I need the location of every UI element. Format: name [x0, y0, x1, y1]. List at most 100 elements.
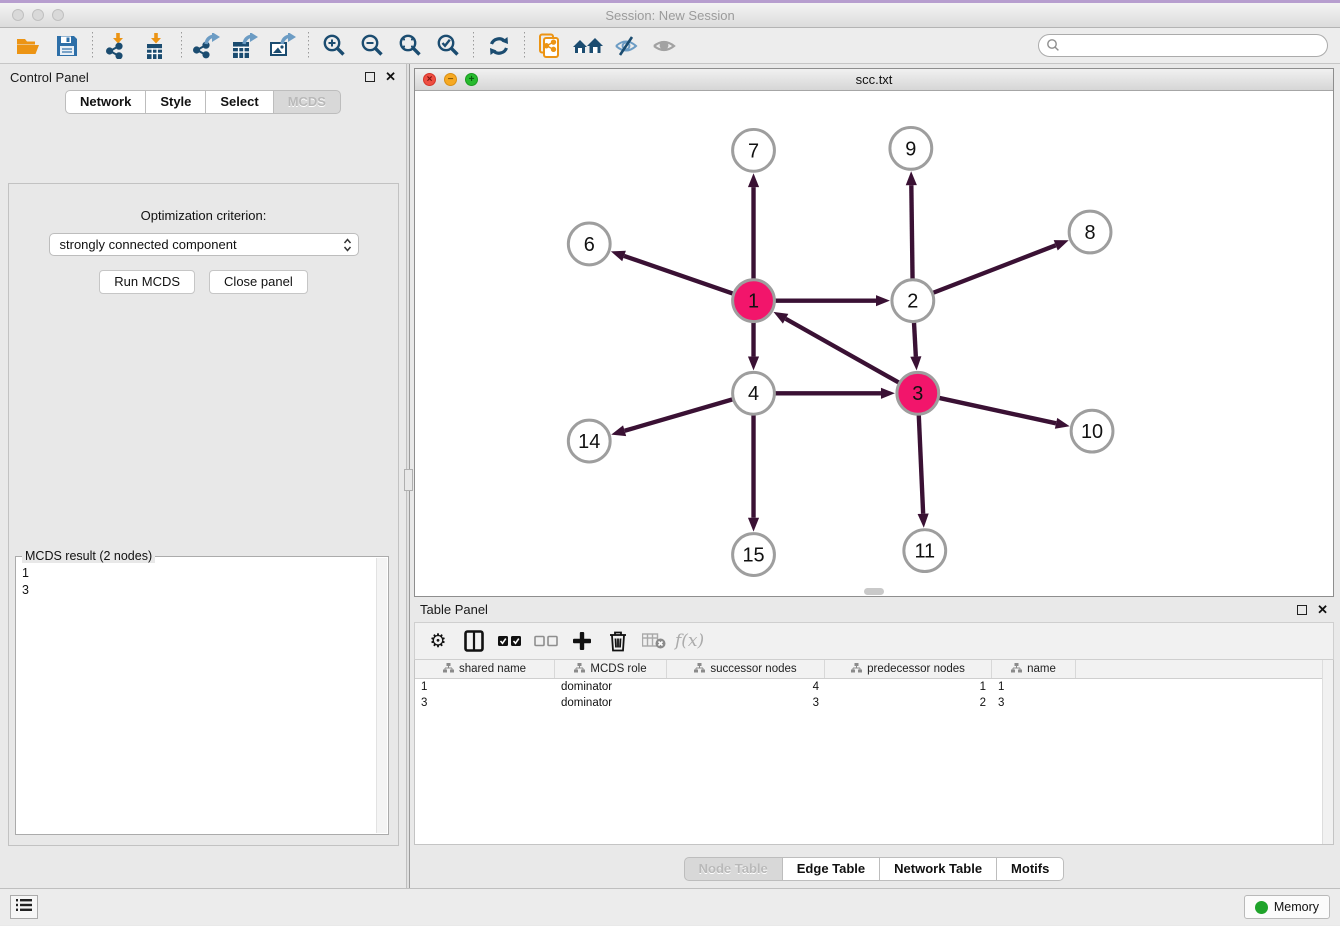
node-label: 10: [1081, 421, 1103, 443]
column-header-predecessor-nodes[interactable]: predecessor nodes: [825, 660, 992, 678]
table-cell: dominator: [555, 697, 667, 709]
memory-button[interactable]: Memory: [1244, 895, 1330, 919]
edge-1-6[interactable]: [624, 256, 733, 294]
graph-node-10[interactable]: 10: [1071, 410, 1113, 452]
export-network-button[interactable]: [188, 31, 226, 61]
tab-select[interactable]: Select: [206, 90, 273, 114]
column-visibility-button[interactable]: [461, 627, 487, 655]
search-input[interactable]: [1038, 34, 1328, 57]
table-cell: 3: [415, 697, 555, 709]
network-zoom-button[interactable]: +: [465, 73, 478, 86]
graph-node-1[interactable]: 1: [733, 280, 775, 322]
edge-2-8[interactable]: [933, 245, 1055, 292]
select-all-rows-button[interactable]: [497, 627, 523, 655]
show-panels-button[interactable]: [10, 895, 38, 919]
toolbar-separator: [308, 32, 309, 60]
edge-arrowhead: [918, 514, 929, 528]
edge-arrowhead: [1054, 240, 1069, 250]
tab-style[interactable]: Style: [146, 90, 206, 114]
export-table-button[interactable]: [226, 31, 264, 61]
edge-2-3[interactable]: [914, 323, 916, 357]
edge-2-9[interactable]: [911, 185, 912, 279]
hide-selected-button[interactable]: [607, 31, 645, 61]
close-table-panel-icon[interactable]: ✕: [1317, 605, 1328, 615]
first-neighbors-button[interactable]: [569, 31, 607, 61]
search-container: [1038, 34, 1328, 57]
chevron-up-down-icon: [343, 238, 352, 252]
tab-mcds[interactable]: MCDS: [274, 90, 341, 114]
table-tab-node-table[interactable]: Node Table: [684, 857, 783, 881]
float-table-panel-icon[interactable]: [1297, 605, 1307, 615]
delete-column-button[interactable]: [605, 627, 631, 655]
graph-node-4[interactable]: 4: [733, 372, 775, 414]
mcds-result-scrollbar[interactable]: [376, 558, 387, 833]
graph-node-6[interactable]: 6: [568, 223, 610, 265]
add-column-button[interactable]: [569, 627, 595, 655]
table-tab-motifs[interactable]: Motifs: [997, 857, 1064, 881]
edge-3-1[interactable]: [786, 319, 899, 383]
mcds-result-box: MCDS result (2 nodes) 13: [15, 556, 389, 835]
table-tab-edge-table[interactable]: Edge Table: [783, 857, 880, 881]
export-image-button[interactable]: [264, 31, 302, 61]
graph-node-8[interactable]: 8: [1069, 211, 1111, 253]
close-panel-icon[interactable]: ✕: [385, 72, 396, 82]
graph-node-9[interactable]: 9: [890, 127, 932, 169]
network-hscrollbar[interactable]: [864, 588, 884, 595]
close-panel-button[interactable]: Close panel: [209, 270, 308, 294]
edge-arrowhead: [910, 356, 921, 370]
clone-network-button[interactable]: [531, 31, 569, 61]
mcds-result-legend: MCDS result (2 nodes): [22, 549, 155, 563]
splitter-handle[interactable]: [404, 469, 413, 491]
zoom-window-button[interactable]: [52, 9, 64, 21]
table-cell: 3: [667, 697, 825, 709]
close-window-button[interactable]: [12, 9, 24, 21]
table-scrollbar[interactable]: [1322, 660, 1333, 844]
column-header-shared-name[interactable]: shared name: [415, 660, 555, 678]
mcds-result-list: 13: [16, 557, 388, 603]
table-settings-gear-button[interactable]: ⚙: [425, 627, 451, 655]
edge-arrowhead: [1055, 418, 1070, 429]
node-label: 1: [748, 291, 759, 313]
network-close-button[interactable]: ×: [423, 73, 436, 86]
graph-node-14[interactable]: 14: [568, 420, 610, 462]
column-label: MCDS role: [590, 663, 646, 675]
column-header-successor-nodes[interactable]: successor nodes: [667, 660, 825, 678]
column-header-MCDS-role[interactable]: MCDS role: [555, 660, 667, 678]
zoom-out-button[interactable]: [353, 31, 391, 61]
table-toolbar: ⚙ f(x): [414, 622, 1334, 660]
zoom-fit-button[interactable]: [391, 31, 429, 61]
table-row[interactable]: 1dominator411: [415, 679, 1333, 695]
float-panel-icon[interactable]: [365, 72, 375, 82]
network-minimize-button[interactable]: −: [444, 73, 457, 86]
edge-3-11[interactable]: [919, 415, 923, 514]
optimization-criterion-select[interactable]: strongly connected component: [49, 233, 359, 256]
table-row[interactable]: 3dominator323: [415, 695, 1333, 711]
graph-node-15[interactable]: 15: [733, 534, 775, 576]
zoom-selected-button[interactable]: [429, 31, 467, 61]
graph-node-3[interactable]: 3: [897, 372, 939, 414]
network-window-title: scc.txt: [415, 69, 1333, 91]
open-file-button[interactable]: [10, 31, 48, 61]
sort-tree-icon: [574, 663, 585, 676]
edge-arrowhead: [748, 518, 759, 532]
import-network-button[interactable]: [99, 31, 137, 61]
import-table-button[interactable]: [137, 31, 175, 61]
deselect-all-rows-button[interactable]: [533, 627, 559, 655]
graph-node-11[interactable]: 11: [904, 530, 946, 572]
graph-node-2[interactable]: 2: [892, 280, 934, 322]
apply-layout-button[interactable]: [480, 31, 518, 61]
table-header-row: shared name MCDS role successor nodes prede…: [415, 660, 1333, 679]
edge-4-14[interactable]: [625, 399, 733, 430]
save-session-button[interactable]: [48, 31, 86, 61]
table-cell: 3: [992, 697, 1076, 709]
run-mcds-button[interactable]: Run MCDS: [99, 270, 195, 294]
tab-network[interactable]: Network: [65, 90, 146, 114]
network-canvas[interactable]: 7 9 6 8 1 2 4 3 14 10 15 11: [415, 91, 1333, 596]
edge-3-10[interactable]: [939, 398, 1056, 423]
column-header-name[interactable]: name: [992, 660, 1076, 678]
minimize-window-button[interactable]: [32, 9, 44, 21]
table-tab-network-table[interactable]: Network Table: [880, 857, 997, 881]
graph-node-7[interactable]: 7: [733, 129, 775, 171]
column-label: successor nodes: [710, 663, 796, 675]
zoom-in-button[interactable]: [315, 31, 353, 61]
